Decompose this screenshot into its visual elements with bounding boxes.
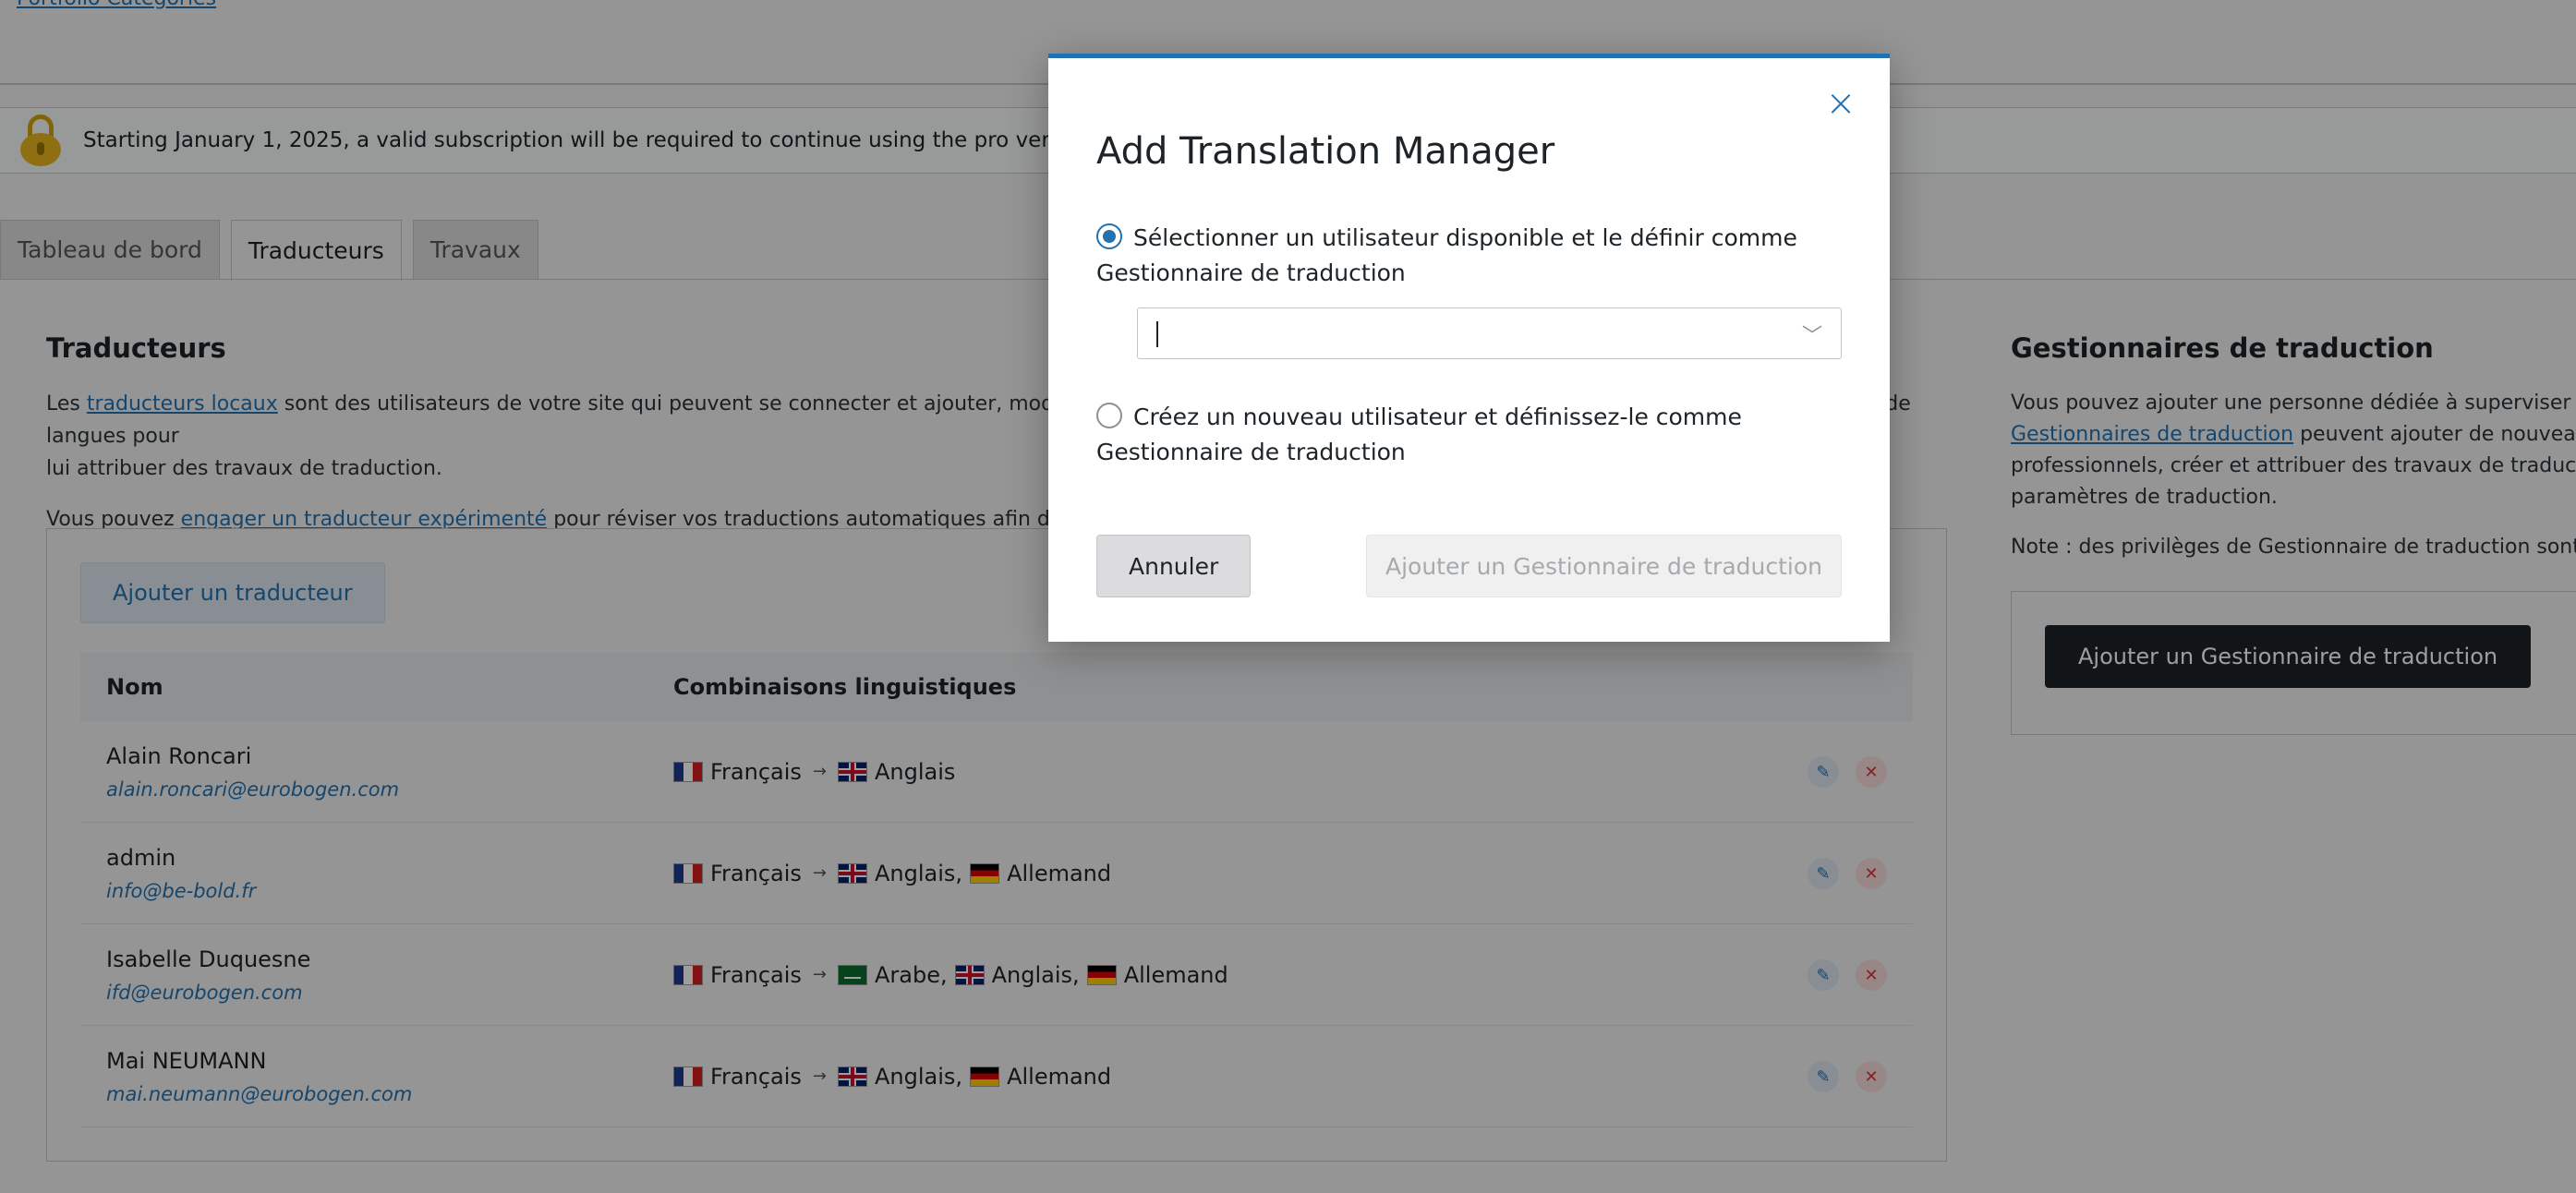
add-manager-dialog: × Add Translation Manager Sélectionner u… — [1048, 54, 1890, 642]
submit-button[interactable]: Ajouter un Gestionnaire de traduction — [1365, 535, 1842, 597]
cancel-button[interactable]: Annuler — [1096, 535, 1252, 597]
option-existing-user[interactable]: Sélectionner un utilisateur disponible e… — [1096, 221, 1844, 291]
radio-new-user[interactable] — [1096, 403, 1122, 428]
option-new-user-label: Créez un nouveau utilisateur et définiss… — [1096, 404, 1742, 465]
dialog-title: Add Translation Manager — [1096, 130, 1555, 173]
user-select[interactable]: ﹀ — [1137, 307, 1842, 359]
option-new-user[interactable]: Créez un nouveau utilisateur et définiss… — [1096, 400, 1844, 470]
close-icon[interactable]: × — [1823, 85, 1858, 122]
text-cursor — [1156, 321, 1158, 347]
option-existing-user-label: Sélectionner un utilisateur disponible e… — [1096, 224, 1797, 286]
radio-existing-user[interactable] — [1096, 223, 1122, 249]
chevron-down-icon: ﹀ — [1801, 325, 1822, 348]
